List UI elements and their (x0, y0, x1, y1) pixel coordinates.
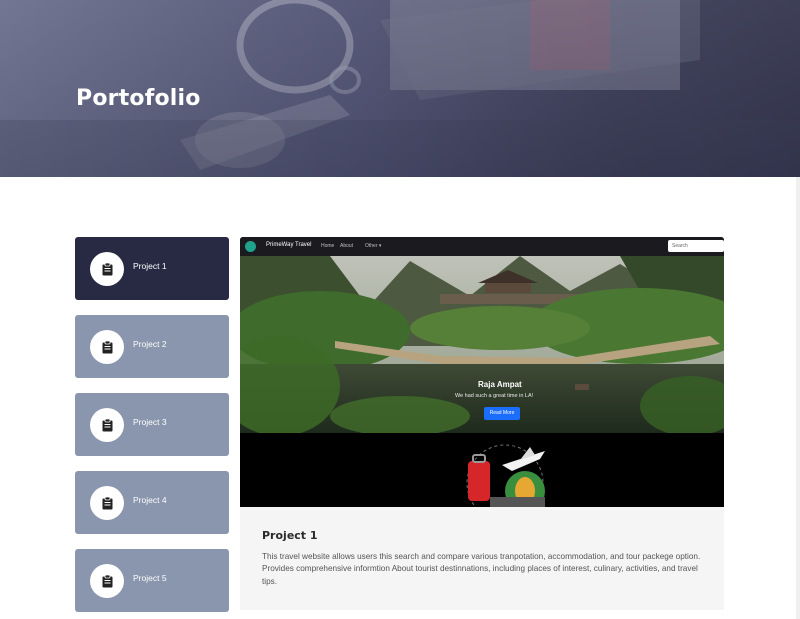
preview-promo-section (240, 433, 724, 507)
preview-hero-photo (240, 256, 724, 433)
page-title: Portofolio (76, 86, 201, 111)
project-item-2[interactable]: Project 2 (75, 315, 229, 378)
landscape-illustration (240, 256, 724, 433)
preview-search-field: Search (668, 240, 724, 252)
project-item-label: Project 1 (133, 261, 167, 271)
project-item-4[interactable]: Project 4 (75, 471, 229, 534)
project-item-label: Project 2 (133, 339, 167, 349)
preview-nav-other: Other ▾ (365, 243, 382, 249)
project-icon-circle (90, 564, 124, 598)
project-detail-card: Project 1 This travel website allows use… (240, 507, 724, 610)
clipboard-icon (102, 340, 112, 353)
clipboard-icon (102, 574, 112, 587)
project-item-5[interactable]: Project 5 (75, 549, 229, 612)
project-icon-circle (90, 408, 124, 442)
clipboard-icon (102, 262, 112, 275)
preview-navbar: PrimeWay Travel Home About Other ▾ Searc… (240, 237, 724, 256)
project-item-3[interactable]: Project 3 (75, 393, 229, 456)
project-detail-title: Project 1 (262, 529, 318, 542)
project-item-1[interactable]: Project 1 (75, 237, 229, 300)
travel-illustration (466, 444, 545, 507)
project-icon-circle (90, 486, 124, 520)
project-item-label: Project 4 (133, 495, 167, 505)
preview-logo-icon (245, 241, 256, 252)
project-detail-description: This travel website allows users this se… (262, 552, 701, 586)
project-item-label: Project 3 (133, 417, 167, 427)
scrollbar-track[interactable] (796, 177, 800, 619)
preview-nav-about: About (340, 243, 354, 249)
preview-caption-subtitle: We had such a great time in LA! (455, 393, 534, 399)
project-icon-circle (90, 252, 124, 286)
preview-brand: PrimeWay Travel (266, 242, 312, 248)
clipboard-icon (102, 496, 112, 509)
preview-caption-title: Raja Ampat (478, 380, 522, 389)
project-preview-image: PrimeWay Travel Home About Other ▾ Searc… (240, 237, 724, 507)
preview-nav-home: Home (321, 243, 335, 249)
project-icon-circle (90, 330, 124, 364)
clipboard-icon (102, 418, 112, 431)
project-item-label: Project 5 (133, 573, 167, 583)
preview-read-more-button: Read More (484, 407, 520, 420)
hero-banner: Portofolio (0, 0, 800, 177)
